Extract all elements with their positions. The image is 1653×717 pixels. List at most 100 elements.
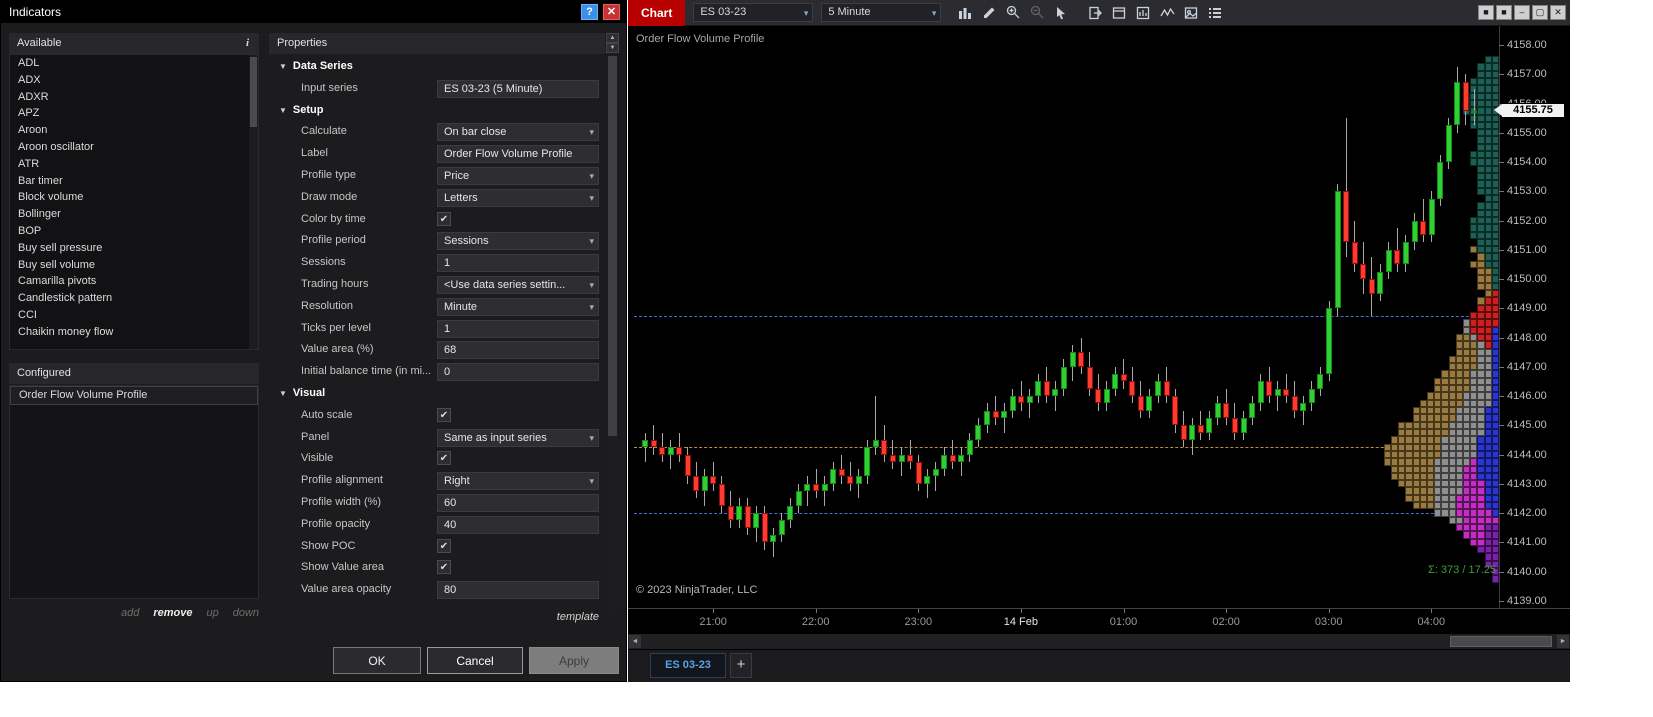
available-indicator-item[interactable]: Bar timer (10, 173, 258, 190)
data-export-icon[interactable] (1083, 4, 1107, 22)
available-indicator-item[interactable]: CCI (10, 307, 258, 324)
available-indicator-item[interactable]: Candlestick pattern (10, 290, 258, 307)
chart-plot-area[interactable]: Order Flow Volume Profile © 2023 NinjaTr… (628, 26, 1570, 608)
chevron-down-icon: ▾ (589, 432, 594, 443)
available-indicator-item[interactable]: Chaikin money flow (10, 324, 258, 341)
remove-action[interactable]: remove (153, 607, 192, 619)
maximize-icon[interactable]: ▢ (1532, 5, 1548, 20)
property-checkbox[interactable]: ✔ (437, 560, 451, 575)
instrument-selector[interactable]: ES 03-23 ▾ (693, 3, 814, 22)
indicator-wave-icon[interactable] (1155, 4, 1179, 22)
property-input[interactable]: 1 (437, 319, 599, 338)
collapse-icon[interactable]: ▼ (279, 389, 287, 398)
cancel-button[interactable]: Cancel (427, 647, 523, 674)
volume-profile-block (1448, 385, 1456, 393)
property-dropdown[interactable]: <Use data series settin... ▾ (437, 275, 599, 294)
ok-button[interactable]: OK (333, 647, 421, 674)
property-checkbox[interactable]: ✔ (437, 407, 451, 422)
scroll-left-icon[interactable]: ◄ (629, 635, 641, 648)
minimize-icon[interactable]: – (1514, 5, 1530, 20)
chart-style-icon[interactable] (953, 4, 977, 22)
down-action[interactable]: down (233, 607, 259, 619)
help-icon[interactable]: ? (581, 4, 598, 20)
indicators-dialog-titlebar[interactable]: Indicators ? ✕ (1, 1, 626, 23)
scroll-down-icon[interactable]: ▼ (606, 43, 619, 53)
available-indicator-item[interactable]: ADXR (10, 89, 258, 106)
volume-profile-block (1470, 392, 1478, 400)
zoom-out-icon[interactable] (1025, 4, 1049, 22)
chart-scrollbar[interactable]: ◄ ► (628, 634, 1570, 649)
close-icon[interactable]: ✕ (603, 4, 620, 20)
interval-link-icon[interactable]: ■ (1496, 5, 1512, 20)
volume-profile-block (1463, 465, 1471, 473)
tab-es-03-23[interactable]: ES 03-23 (650, 653, 726, 678)
available-indicator-item[interactable]: Camarilla pivots (10, 273, 258, 290)
cursor-icon[interactable] (1049, 4, 1073, 22)
scrollbar-thumb[interactable] (250, 57, 257, 127)
available-indicator-item[interactable]: Aroon oscillator (10, 139, 258, 156)
add-tab-button[interactable]: + (730, 653, 752, 678)
drawing-tools-icon[interactable] (977, 4, 1001, 22)
property-group-header[interactable]: ▼ Setup (269, 100, 605, 122)
available-indicator-item[interactable]: Bollinger (10, 206, 258, 223)
property-dropdown[interactable]: Right ▾ (437, 472, 599, 491)
volume-profile-block (1398, 421, 1406, 429)
available-indicator-item[interactable]: Buy sell volume (10, 257, 258, 274)
up-action[interactable]: up (206, 607, 218, 619)
property-group-header[interactable]: ▼ Data Series (269, 56, 605, 78)
available-indicator-item[interactable]: ADX (10, 72, 258, 89)
property-input[interactable]: Order Flow Volume Profile (437, 145, 599, 164)
collapse-icon[interactable]: ▼ (279, 106, 287, 115)
scrollbar-thumb[interactable] (1450, 636, 1552, 647)
available-indicator-item[interactable]: ATR (10, 156, 258, 173)
property-input[interactable]: ES 03-23 (5 Minute) (437, 79, 599, 98)
window-close-icon[interactable]: ✕ (1550, 5, 1566, 20)
collapse-icon[interactable]: ▼ (279, 62, 287, 71)
scrollbar-thumb[interactable] (608, 56, 617, 436)
property-dropdown[interactable]: Letters ▾ (437, 188, 599, 207)
property-input[interactable]: 60 (437, 493, 599, 512)
template-link[interactable]: template (269, 611, 599, 623)
property-checkbox[interactable]: ✔ (437, 538, 451, 553)
property-group-header[interactable]: ▼ Visual (269, 383, 605, 405)
available-scrollbar[interactable] (249, 55, 258, 349)
available-indicator-item[interactable]: Buy sell pressure (10, 240, 258, 257)
property-dropdown[interactable]: On bar close ▾ (437, 123, 599, 142)
property-input[interactable]: 0 (437, 363, 599, 382)
properties-list-icon[interactable] (1203, 4, 1227, 22)
snapshot-icon[interactable] (1179, 4, 1203, 22)
property-dropdown[interactable]: Price ▾ (437, 166, 599, 185)
property-input[interactable]: 40 (437, 515, 599, 534)
properties-scrollbar[interactable] (607, 56, 618, 612)
property-checkbox[interactable]: ✔ (437, 211, 451, 226)
info-icon[interactable]: i (246, 33, 249, 54)
property-input[interactable]: 80 (437, 581, 599, 600)
property-dropdown[interactable]: Sessions ▾ (437, 232, 599, 251)
property-input[interactable]: 68 (437, 341, 599, 360)
property-dropdown[interactable]: Minute ▾ (437, 297, 599, 316)
property-dropdown[interactable]: Same as input series ▾ (437, 428, 599, 447)
scroll-right-icon[interactable]: ► (1557, 635, 1569, 648)
configured-indicator-item[interactable]: Order Flow Volume Profile (10, 386, 258, 405)
chart-trader-icon[interactable] (1107, 4, 1131, 22)
scroll-up-icon[interactable]: ▲ (606, 33, 619, 43)
volume-profile-block (1484, 85, 1492, 93)
available-indicator-item[interactable]: Aroon (10, 122, 258, 139)
volume-profile-block (1398, 443, 1406, 451)
available-indicator-item[interactable]: BOP (10, 223, 258, 240)
available-indicator-item[interactable]: Block volume (10, 189, 258, 206)
property-checkbox[interactable]: ✔ (437, 451, 451, 466)
chart-titlebar[interactable]: Chart ES 03-23 ▾ 5 Minute ▾ ■ ■ – ▢ ✕ (628, 0, 1570, 26)
instrument-link-icon[interactable]: ■ (1478, 5, 1494, 20)
time-axis[interactable]: 21:00 22:00 23:00 14 Feb 01:00 02:00 03:00 04:0… (628, 608, 1570, 634)
available-indicator-item[interactable]: APZ (10, 105, 258, 122)
volume-profile-block (1463, 494, 1471, 503)
volume-profile-block (1491, 414, 1499, 422)
interval-selector[interactable]: 5 Minute ▾ (821, 3, 942, 22)
property-input[interactable]: 1 (437, 254, 599, 273)
available-indicator-item[interactable]: ADL (10, 55, 258, 72)
add-action[interactable]: add (121, 607, 139, 619)
zoom-in-icon[interactable] (1001, 4, 1025, 22)
candle-body (1385, 249, 1392, 272)
bar-type-icon[interactable] (1131, 4, 1155, 22)
